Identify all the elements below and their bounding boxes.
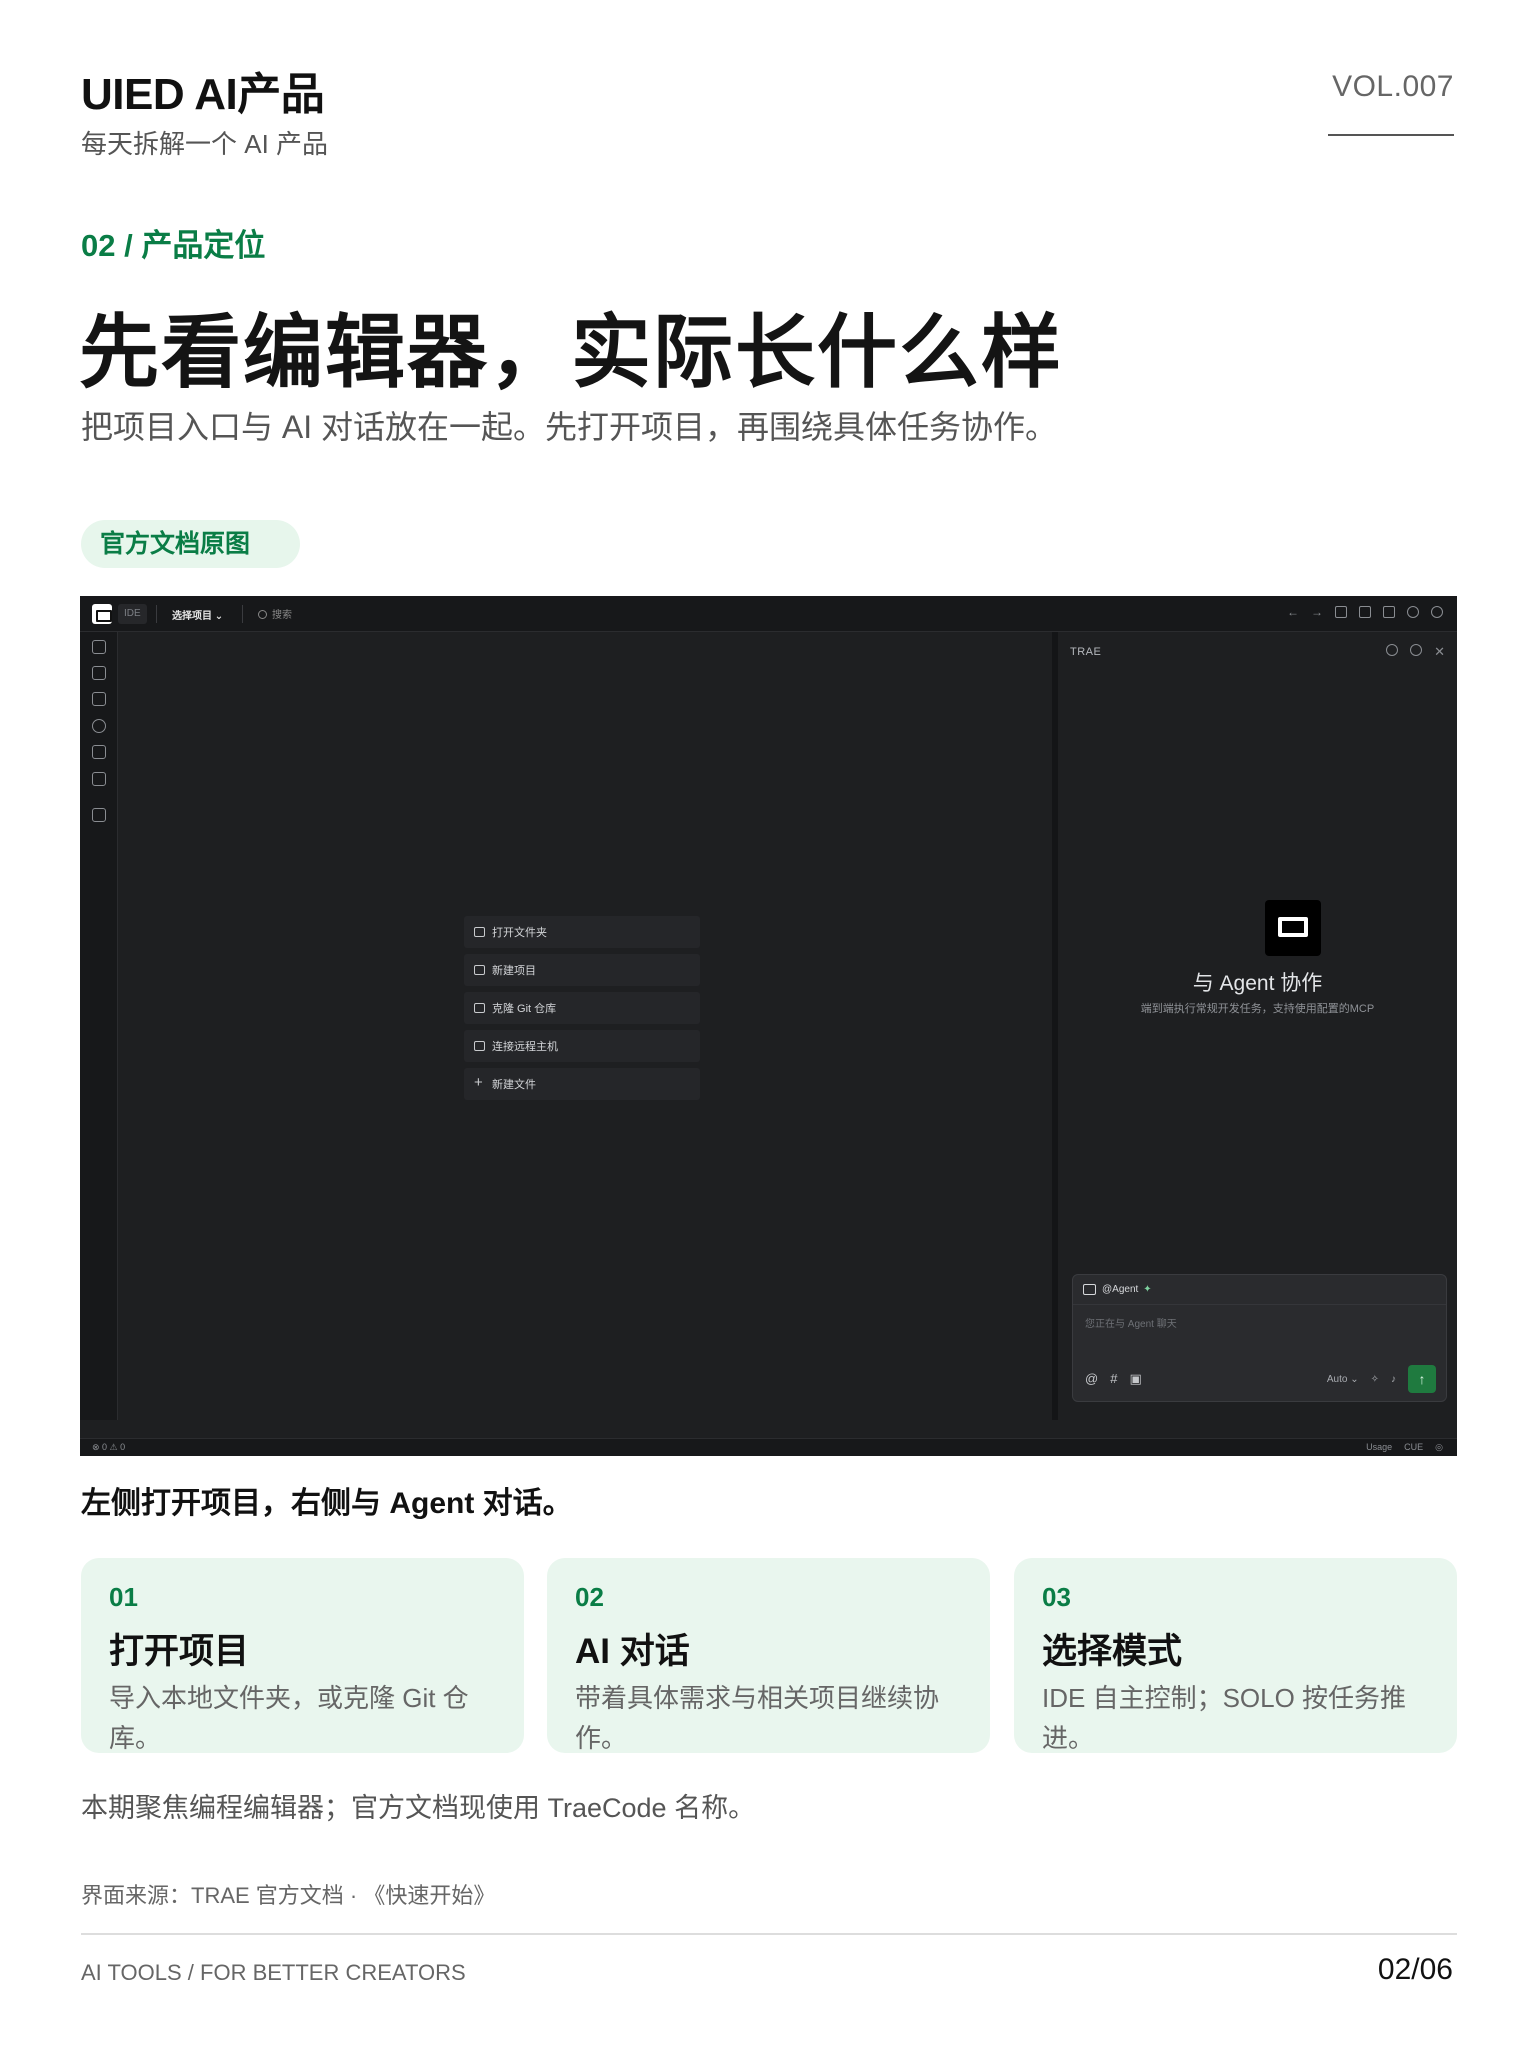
activity-bar [80, 632, 118, 1420]
notification-bell-icon[interactable]: ◎ [1435, 1442, 1443, 1453]
hash-icon[interactable]: # [1110, 1371, 1117, 1387]
search-label: 搜索 [272, 610, 292, 621]
toggle-aux-sidebar-icon[interactable] [1383, 606, 1395, 618]
chat-agent-label: @Agent [1102, 1284, 1139, 1295]
card-description: 导入本地文件夹，或克隆 Git 仓库。 [109, 1683, 469, 1753]
volume-underline [1328, 134, 1454, 136]
preview-icon[interactable] [92, 719, 106, 733]
open-folder-button[interactable]: 打开文件夹 [464, 916, 700, 948]
titlebar-divider [156, 605, 157, 623]
feature-card: 02 AI 对话 带着具体需求与相关项目继续协作。 [547, 1558, 990, 1753]
new-file-label: 新建文件 [492, 1079, 536, 1091]
panel-title: TRAE [1070, 646, 1102, 658]
source-control-icon[interactable] [92, 692, 106, 706]
source-credit: 界面来源：TRAE 官方文档 · 《快速开始》 [81, 1883, 496, 1908]
debug-icon[interactable] [92, 745, 106, 759]
card-number: 02 [575, 1582, 604, 1612]
agent-icon [1083, 1284, 1096, 1295]
plus-icon [474, 1074, 485, 1091]
ide-screenshot: IDE 选择项目 ⌄ 搜索 ← → 打开文件夹 新建项目 克隆 Git 仓库 连… [80, 596, 1457, 1456]
connect-remote-label: 连接远程主机 [492, 1041, 558, 1053]
new-project-button[interactable]: 新建项目 [464, 954, 700, 986]
chat-input-placeholder[interactable]: 您正在与 Agent 聊天 [1085, 1315, 1177, 1330]
footer-divider [81, 1933, 1457, 1935]
titlebar-actions: ← → [1287, 605, 1443, 619]
microphone-icon[interactable]: ♪ [1391, 1374, 1396, 1385]
agent-logo-icon [1265, 900, 1321, 956]
sparkle-icon: ✦ [1143, 1284, 1152, 1295]
new-project-icon [474, 965, 485, 975]
send-button[interactable]: ↑ [1408, 1365, 1436, 1393]
status-bar: ⊗ 0 ⚠ 0 Usage CUE ◎ [80, 1438, 1457, 1456]
folder-icon [474, 927, 485, 937]
card-description: IDE 自主控制；SOLO 按任务推进。 [1042, 1683, 1407, 1753]
footer-tagline: AI TOOLS / FOR BETTER CREATORS [81, 1960, 466, 1985]
search-icon[interactable] [92, 666, 106, 680]
image-icon[interactable]: ▣ [1129, 1371, 1141, 1387]
titlebar-divider [242, 605, 243, 623]
new-file-button[interactable]: 新建文件 [464, 1068, 700, 1100]
account-avatar-icon[interactable] [1431, 606, 1443, 618]
feature-card: 01 打开项目 导入本地文件夹，或克隆 Git 仓库。 [81, 1558, 524, 1753]
remote-icon[interactable] [92, 772, 106, 786]
source-tag: 官方文档原图 [81, 520, 300, 568]
new-project-label: 新建项目 [492, 965, 536, 977]
project-select[interactable]: 选择项目 ⌄ [172, 607, 223, 622]
toggle-panel-icon[interactable] [1359, 606, 1371, 618]
search-box[interactable]: 搜索 [258, 606, 292, 621]
extensions-icon[interactable] [92, 808, 106, 822]
brand-title: UIED AI产品 [81, 70, 325, 119]
cue-indicator[interactable]: CUE [1404, 1442, 1423, 1453]
search-icon [258, 610, 267, 619]
chat-input-box[interactable]: @Agent ✦ 您正在与 Agent 聊天 @ # ▣ Auto ⌄ ✧ ♪ ↑ [1072, 1274, 1447, 1402]
section-label: 02 / 产品定位 [81, 228, 266, 263]
card-title: AI 对话 [575, 1632, 690, 1671]
open-folder-label: 打开文件夹 [492, 927, 547, 939]
card-number: 01 [109, 1582, 138, 1612]
mention-icon[interactable]: @ [1085, 1371, 1098, 1387]
files-icon[interactable] [92, 640, 106, 654]
chat-tools: @ # ▣ [1085, 1371, 1142, 1387]
remote-host-icon [474, 1041, 485, 1051]
history-icon[interactable] [1410, 644, 1423, 656]
page-number: 02/06 [1377, 1953, 1453, 1986]
panel-actions: ✕ [1386, 644, 1445, 660]
welcome-actions: 打开文件夹 新建项目 克隆 Git 仓库 连接远程主机 新建文件 [464, 916, 700, 1106]
git-branch-icon [474, 1003, 485, 1013]
focus-note: 本期聚焦编程编辑器；官方文档现使用 TraeCode 名称。 [81, 1793, 756, 1823]
volume-label: VOL.007 [1332, 70, 1454, 103]
agent-panel: TRAE ✕ 与 Agent 协作 端到端执行常规开发任务，支持使用配置的MCP… [1058, 632, 1457, 1420]
chat-actions: Auto ⌄ ✧ ♪ ↑ [1327, 1365, 1436, 1393]
clone-git-label: 克隆 Git 仓库 [492, 1003, 557, 1015]
brand-subtitle: 每天拆解一个 AI 产品 [81, 129, 329, 159]
usage-indicator[interactable]: Usage [1366, 1442, 1392, 1453]
feature-card: 03 选择模式 IDE 自主控制；SOLO 按任务推进。 [1014, 1558, 1457, 1753]
ide-titlebar: IDE 选择项目 ⌄ 搜索 ← → [80, 596, 1457, 632]
card-description: 带着具体需求与相关项目继续协作。 [575, 1683, 940, 1753]
chat-agent-selector[interactable]: @Agent ✦ [1073, 1275, 1446, 1305]
card-number: 03 [1042, 1582, 1071, 1612]
clone-git-button[interactable]: 克隆 Git 仓库 [464, 992, 700, 1024]
agent-description: 端到端执行常规开发任务，支持使用配置的MCP [1140, 1003, 1375, 1015]
editor-area: 打开文件夹 新建项目 克隆 Git 仓库 连接远程主机 新建文件 [118, 632, 1052, 1420]
model-select[interactable]: Auto ⌄ [1327, 1374, 1359, 1385]
page-title: 先看编辑器，实际长什么样 [79, 308, 1063, 397]
page-subtitle: 把项目入口与 AI 对话放在一起。先打开项目，再围绕具体任务协作。 [81, 409, 1058, 445]
screenshot-caption: 左侧打开项目，右侧与 Agent 对话。 [81, 1487, 573, 1520]
toggle-sidebar-icon[interactable] [1335, 606, 1347, 618]
trae-logo-icon [92, 604, 112, 624]
agent-title: 与 Agent 协作 [1192, 972, 1323, 995]
status-right: Usage CUE ◎ [1366, 1442, 1443, 1453]
ide-mode-badge[interactable]: IDE [118, 604, 147, 624]
new-chat-icon[interactable] [1386, 644, 1399, 656]
settings-gear-icon[interactable] [1407, 606, 1419, 618]
magic-icon[interactable]: ✧ [1371, 1374, 1379, 1385]
card-title: 打开项目 [109, 1632, 250, 1671]
close-icon[interactable]: ✕ [1434, 644, 1445, 660]
card-title: 选择模式 [1042, 1632, 1183, 1671]
forward-arrow-icon[interactable]: → [1311, 605, 1323, 619]
back-arrow-icon[interactable]: ← [1287, 605, 1299, 619]
connect-remote-button[interactable]: 连接远程主机 [464, 1030, 700, 1062]
problems-indicator[interactable]: ⊗ 0 ⚠ 0 [92, 1442, 125, 1453]
